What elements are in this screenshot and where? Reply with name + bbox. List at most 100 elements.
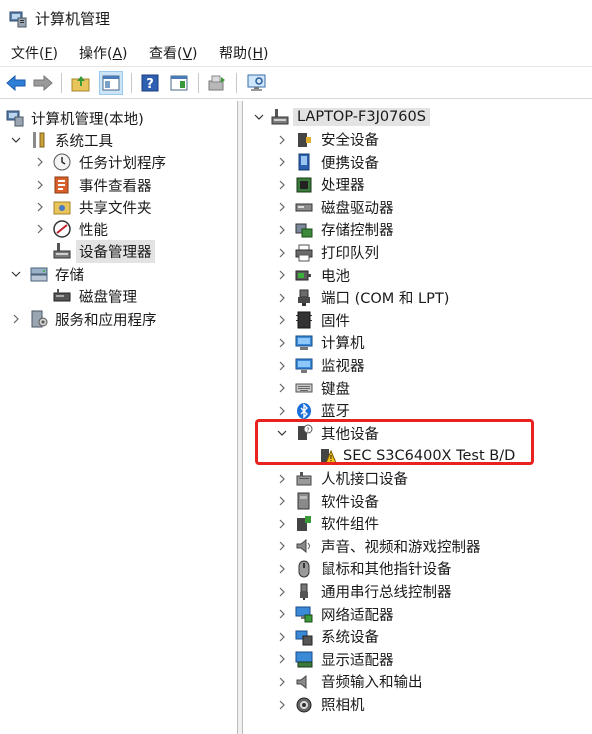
tools-icon xyxy=(30,131,48,149)
device-category-row[interactable]: 软件设备 xyxy=(243,490,591,512)
storage-controller-icon xyxy=(295,221,313,239)
chevron-right-icon[interactable] xyxy=(276,653,288,665)
chevron-right-icon[interactable] xyxy=(276,247,288,259)
chevron-right-icon[interactable] xyxy=(276,563,288,575)
tree-label: 软件组件 xyxy=(321,517,379,534)
device-category-row[interactable]: 安全设备 xyxy=(243,129,591,151)
tree-label: 事件查看器 xyxy=(79,178,152,195)
chevron-right-icon[interactable] xyxy=(34,156,46,168)
up-one-level-button[interactable] xyxy=(69,71,93,95)
device-category-row[interactable]: 系统设备 xyxy=(243,626,591,648)
toolbar-separator xyxy=(61,73,62,93)
tree-item-computer-management[interactable]: 计算机管理(本地) xyxy=(0,107,236,129)
forward-button[interactable] xyxy=(31,71,55,95)
device-category-row[interactable]: 键盘 xyxy=(243,377,591,399)
chevron-right-icon[interactable] xyxy=(276,201,288,213)
chevron-right-icon[interactable] xyxy=(276,224,288,236)
menu-view[interactable]: 查看(V) xyxy=(149,43,198,63)
chevron-right-icon[interactable] xyxy=(276,631,288,643)
device-category-row[interactable]: 存储控制器 xyxy=(243,219,591,241)
tree-item-shared-folders[interactable]: 共享文件夹 xyxy=(0,196,236,218)
security-device-icon xyxy=(295,131,313,149)
chevron-right-icon[interactable] xyxy=(276,179,288,191)
tree-label: 监视器 xyxy=(321,359,365,375)
tree-label: 处理器 xyxy=(321,178,365,195)
tree-item-event-viewer[interactable]: 事件查看器 xyxy=(0,174,236,196)
tree-item-task-scheduler[interactable]: 任务计划程序 xyxy=(0,151,236,173)
portable-device-icon xyxy=(295,153,313,171)
chevron-right-icon[interactable] xyxy=(276,134,288,146)
chevron-right-icon[interactable] xyxy=(276,269,288,281)
tree-item-services-apps[interactable]: 服务和应用程序 xyxy=(0,308,236,330)
printer-icon xyxy=(295,244,313,262)
chevron-right-icon[interactable] xyxy=(34,179,46,191)
battery-icon xyxy=(295,266,313,284)
chevron-right-icon[interactable] xyxy=(276,337,288,349)
chevron-down-icon[interactable] xyxy=(10,134,22,146)
keyboard-icon xyxy=(295,379,313,397)
device-category-row[interactable]: 网络适配器 xyxy=(243,603,591,625)
device-category-row[interactable]: 计算机 xyxy=(243,332,591,354)
show-hide-action-pane-button[interactable] xyxy=(167,71,191,95)
device-category-row[interactable]: 电池 xyxy=(243,264,591,286)
chevron-down-icon[interactable] xyxy=(253,111,265,123)
shared-folder-icon xyxy=(53,198,71,216)
device-category-row[interactable]: 通用串行总线控制器 xyxy=(243,581,591,603)
chevron-right-icon[interactable] xyxy=(276,540,288,552)
processor-icon xyxy=(295,176,313,194)
chevron-right-icon[interactable] xyxy=(276,156,288,168)
update-driver-icon xyxy=(208,75,225,91)
device-category-row[interactable]: 便携设备 xyxy=(243,151,591,173)
chevron-right-icon[interactable] xyxy=(276,292,288,304)
tree-item-storage[interactable]: 存储 xyxy=(0,263,236,285)
chevron-right-icon[interactable] xyxy=(276,473,288,485)
chevron-right-icon[interactable] xyxy=(276,676,288,688)
chevron-right-icon[interactable] xyxy=(276,518,288,530)
chevron-right-icon[interactable] xyxy=(276,314,288,326)
chevron-right-icon[interactable] xyxy=(34,201,46,213)
arrow-right-icon xyxy=(33,75,53,91)
tree-label: 性能 xyxy=(79,222,108,239)
tree-label: 共享文件夹 xyxy=(79,200,152,217)
menu-help[interactable]: 帮助(H) xyxy=(219,43,268,63)
device-category-row[interactable]: 人机接口设备 xyxy=(243,468,591,490)
device-category-row[interactable]: 照相机 xyxy=(243,694,591,716)
device-category-row[interactable]: 音频输入和输出 xyxy=(243,671,591,693)
device-category-row[interactable]: 打印队列 xyxy=(243,242,591,264)
device-category-row[interactable]: 声音、视频和游戏控制器 xyxy=(243,535,591,557)
chevron-right-icon[interactable] xyxy=(276,495,288,507)
device-category-row[interactable]: 固件 xyxy=(243,309,591,331)
device-category-row[interactable]: 鼠标和其他指针设备 xyxy=(243,558,591,580)
device-tree-root[interactable]: LAPTOP-F3J0760S xyxy=(243,106,591,128)
back-button[interactable] xyxy=(4,71,28,95)
clock-icon xyxy=(53,153,71,171)
device-category-row[interactable]: 端口 (COM 和 LPT) xyxy=(243,287,591,309)
update-driver-button[interactable] xyxy=(205,71,229,95)
chevron-right-icon[interactable] xyxy=(276,382,288,394)
device-category-row[interactable]: 软件组件 xyxy=(243,513,591,535)
scan-hardware-button[interactable] xyxy=(245,71,269,95)
menu-action[interactable]: 操作(A) xyxy=(79,43,128,63)
bluetooth-icon xyxy=(295,402,313,420)
device-category-row[interactable]: 监视器 xyxy=(243,355,591,377)
tree-item-system-tools[interactable]: 系统工具 xyxy=(0,129,236,151)
chevron-right-icon[interactable] xyxy=(34,223,46,235)
chevron-right-icon[interactable] xyxy=(276,608,288,620)
device-category-row[interactable]: 磁盘驱动器 xyxy=(243,196,591,218)
tree-item-performance[interactable]: 性能 xyxy=(0,218,236,240)
chevron-right-icon[interactable] xyxy=(276,360,288,372)
menu-file[interactable]: 文件(F) xyxy=(11,43,58,63)
chevron-down-icon[interactable] xyxy=(10,268,22,280)
chevron-right-icon[interactable] xyxy=(10,313,22,325)
tree-item-device-manager[interactable]: 设备管理器 xyxy=(0,239,236,263)
tree-label: 电池 xyxy=(321,268,350,285)
device-category-row[interactable]: 显示适配器 xyxy=(243,648,591,670)
chevron-right-icon[interactable] xyxy=(276,586,288,598)
chevron-right-icon[interactable] xyxy=(276,699,288,711)
disk-management-icon xyxy=(53,287,71,305)
help-button[interactable]: ? xyxy=(138,71,162,95)
device-category-row[interactable]: 处理器 xyxy=(243,174,591,196)
show-hide-console-tree-button[interactable] xyxy=(99,71,123,95)
tree-item-disk-management[interactable]: 磁盘管理 xyxy=(0,285,236,307)
chevron-right-icon[interactable] xyxy=(276,405,288,417)
